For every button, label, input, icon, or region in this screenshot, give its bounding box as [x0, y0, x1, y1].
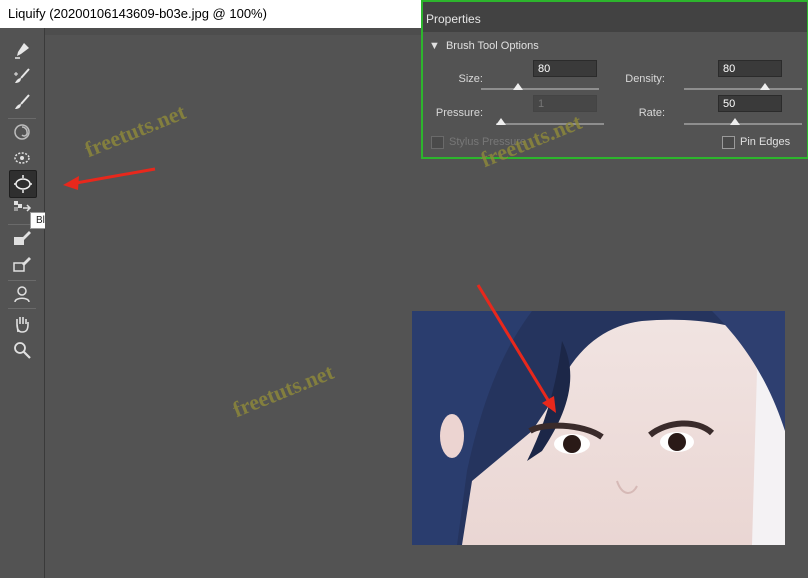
pin-edges-checkbox[interactable]	[722, 136, 735, 149]
liquify-toolbar	[0, 28, 45, 578]
toolbar-divider	[8, 308, 36, 309]
density-field[interactable]	[718, 60, 782, 77]
hand-icon	[16, 317, 29, 333]
bloat-tool[interactable]	[9, 170, 37, 198]
smooth-tool[interactable]	[10, 90, 34, 114]
bloat-icon	[14, 175, 32, 193]
forward-warp-tool[interactable]	[10, 38, 34, 62]
portrait-image	[412, 311, 785, 545]
size-slider-thumb[interactable]	[513, 83, 523, 90]
size-field[interactable]	[533, 60, 597, 77]
twirl-icon	[14, 124, 30, 140]
pressure-slider-thumb	[496, 118, 506, 125]
zoom-icon	[14, 342, 31, 359]
freeze-mask-tool[interactable]	[10, 226, 34, 250]
properties-header: Properties	[423, 2, 807, 32]
density-slider-thumb[interactable]	[760, 83, 770, 90]
density-slider-track[interactable]	[684, 88, 802, 90]
pucker-icon	[14, 152, 30, 164]
preview-image[interactable]	[412, 311, 785, 545]
freeze-mask-icon	[14, 231, 31, 245]
window-title: Liquify (20200106143609-b03e.jpg @ 100%)	[8, 6, 267, 21]
brush-tool-options-section[interactable]: ▼ Brush Tool Options	[429, 40, 539, 52]
rate-slider-thumb[interactable]	[730, 118, 740, 125]
toolbar-divider	[8, 118, 36, 119]
collapse-triangle-icon: ▼	[429, 40, 440, 52]
toolbar-divider	[8, 280, 36, 281]
section-title: Brush Tool Options	[445, 40, 539, 52]
properties-title: Properties	[426, 12, 481, 26]
properties-panel: Properties ▼ Brush Tool Options Size: De…	[421, 0, 808, 159]
smooth-icon	[15, 94, 30, 109]
pressure-label: Pressure:	[435, 107, 483, 119]
size-label: Size:	[458, 73, 483, 85]
twirl-clockwise-tool[interactable]	[10, 120, 34, 144]
rate-label: Rate:	[638, 107, 665, 119]
face-icon	[14, 286, 30, 303]
reconstruct-icon	[14, 68, 30, 83]
reconstruct-tool[interactable]	[10, 64, 34, 88]
pin-edges-label: Pin Edges	[740, 136, 791, 148]
thaw-mask-tool[interactable]	[10, 252, 34, 276]
pucker-tool[interactable]	[10, 146, 34, 170]
density-label: Density:	[625, 73, 665, 85]
thaw-mask-icon	[13, 257, 31, 272]
zoom-tool[interactable]	[10, 338, 34, 362]
stylus-pressure-checkbox	[431, 136, 444, 149]
rate-slider-track[interactable]	[684, 123, 802, 125]
push-left-icon	[14, 201, 32, 212]
face-tool[interactable]	[10, 282, 34, 306]
size-slider-track[interactable]	[481, 88, 599, 90]
rate-field[interactable]	[718, 95, 782, 112]
pressure-field	[533, 95, 597, 112]
hand-tool[interactable]	[10, 312, 34, 336]
forward-warp-icon	[15, 43, 29, 59]
